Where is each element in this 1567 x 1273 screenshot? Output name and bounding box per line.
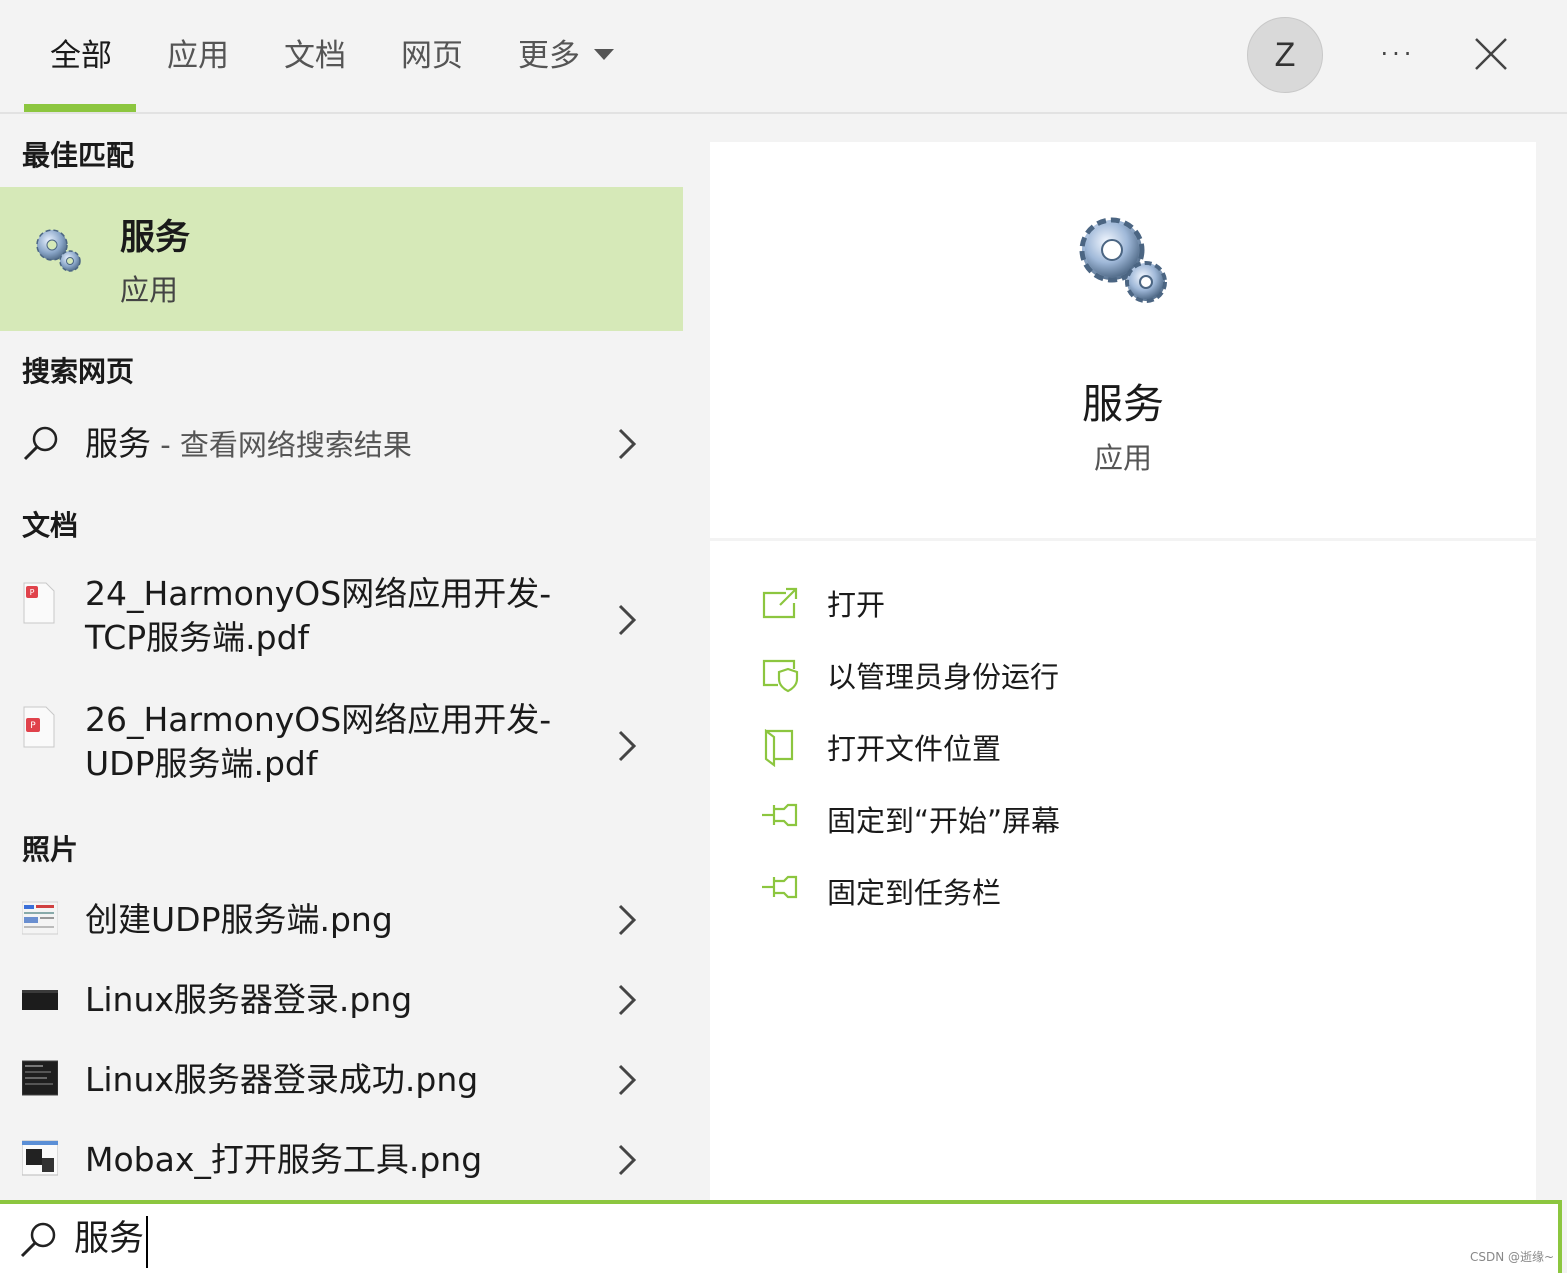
chevron-right-icon (618, 904, 637, 936)
search-icon (23, 426, 58, 461)
section-documents: 文档 (22, 509, 79, 542)
section-search-web: 搜索网页 (22, 355, 135, 388)
services-gear-icon (1079, 217, 1167, 303)
close-button[interactable] (1462, 25, 1520, 83)
detail-app-name: 服务 (1082, 380, 1164, 428)
photo-name: Linux服务器登录.png (85, 980, 413, 1019)
image-thumbnail-icon (22, 990, 58, 1010)
photo-name: Linux服务器登录成功.png (85, 1060, 479, 1099)
photo-item[interactable]: Mobax_打开服务工具.png (0, 1134, 683, 1190)
search-input[interactable]: 服务 (74, 1216, 149, 1268)
search-box[interactable]: 服务 (0, 1200, 1562, 1273)
active-tab-indicator (24, 104, 136, 112)
photo-name: Mobax_打开服务工具.png (85, 1140, 483, 1179)
detail-header: 服务 应用 (710, 142, 1536, 538)
document-name-line1: 26_HarmonyOS网络应用开发- (85, 700, 552, 739)
search-icon (20, 1222, 56, 1258)
action-pin-to-taskbar-label: 固定到任务栏 (827, 876, 1002, 910)
chevron-right-icon (618, 1144, 637, 1176)
web-search-suffix: - 查看网络搜索结果 (151, 428, 412, 462)
document-item[interactable]: P 24_HarmonyOS网络应用开发- TCP服务端.pdf (0, 570, 683, 670)
pin-icon (762, 803, 798, 827)
svg-text:P: P (30, 588, 35, 597)
web-search-query: 服务 (85, 424, 151, 463)
run-as-admin-icon (762, 659, 799, 693)
action-pin-to-start-label: 固定到“开始”屏幕 (827, 804, 1061, 838)
tab-web[interactable]: 网页 (401, 34, 463, 78)
chevron-right-icon (618, 984, 637, 1016)
image-thumbnail-icon (22, 1060, 58, 1096)
pin-icon (762, 875, 798, 899)
best-match-subtitle: 应用 (120, 273, 179, 307)
image-thumbnail-icon (22, 901, 58, 935)
image-thumbnail-icon (22, 1140, 58, 1176)
photo-item[interactable]: Linux服务器登录成功.png (0, 1054, 683, 1110)
chevron-right-icon (618, 604, 637, 636)
tab-documents[interactable]: 文档 (284, 34, 346, 78)
open-icon (762, 587, 798, 619)
best-match-title: 服务 (120, 218, 191, 258)
section-best-match: 最佳匹配 (22, 139, 135, 172)
document-name-line2: TCP服务端.pdf (85, 618, 310, 657)
watermark: CSDN @逝缘~ (1470, 1250, 1555, 1264)
file-location-icon (764, 729, 794, 767)
svg-text:P: P (30, 721, 36, 731)
more-options-button[interactable]: ··· (1370, 26, 1426, 82)
web-search-item[interactable]: 服务 - 查看网络搜索结果 (0, 414, 683, 476)
results-list: 最佳匹配 服务 应用 搜索网页 服务 - 查看网络搜索结果 文档 P 24_Ha… (0, 114, 683, 1200)
chevron-down-icon (594, 49, 614, 60)
search-filter-bar: 全部 应用 文档 网页 更多 Z ··· (0, 0, 1567, 114)
detail-actions: 打开 以管理员身份运行 打开文件位置 固定到“开始”屏幕 固定到任务栏 (710, 541, 1536, 1200)
action-open-file-location[interactable]: 打开文件位置 (760, 725, 1460, 773)
photo-name: 创建UDP服务端.png (85, 900, 393, 939)
pdf-file-icon: P (23, 582, 55, 624)
tab-apps[interactable]: 应用 (167, 34, 229, 78)
close-icon (1475, 38, 1507, 70)
detail-app-type: 应用 (1093, 441, 1152, 475)
photo-item[interactable]: 创建UDP服务端.png (0, 892, 683, 948)
document-name-line2: UDP服务端.pdf (85, 744, 318, 783)
tab-all[interactable]: 全部 (50, 34, 112, 78)
account-avatar[interactable]: Z (1247, 17, 1323, 93)
tab-more[interactable]: 更多 (518, 34, 614, 78)
best-match-item[interactable]: 服务 应用 (0, 187, 683, 331)
action-open-file-location-label: 打开文件位置 (827, 732, 1002, 766)
action-pin-to-start[interactable]: 固定到“开始”屏幕 (760, 797, 1460, 845)
chevron-right-icon (618, 428, 637, 460)
window-edge (1562, 114, 1567, 1200)
chevron-right-icon (618, 730, 637, 762)
action-pin-to-taskbar[interactable]: 固定到任务栏 (760, 869, 1460, 917)
web-search-text: 服务 - 查看网络搜索结果 (85, 422, 412, 467)
section-photos: 照片 (22, 833, 79, 866)
action-run-as-admin-label: 以管理员身份运行 (827, 660, 1060, 694)
action-run-as-admin[interactable]: 以管理员身份运行 (760, 653, 1460, 701)
action-open[interactable]: 打开 (760, 581, 1460, 629)
document-item[interactable]: P 26_HarmonyOS网络应用开发- UDP服务端.pdf (0, 696, 683, 796)
pdf-file-icon: P (23, 706, 55, 748)
tab-more-label: 更多 (518, 38, 580, 74)
photo-item[interactable]: Linux服务器登录.png (0, 974, 683, 1030)
chevron-right-icon (618, 1064, 637, 1096)
action-open-label: 打开 (827, 588, 886, 622)
document-name-line1: 24_HarmonyOS网络应用开发- (85, 574, 552, 613)
services-gear-icon (36, 229, 81, 272)
